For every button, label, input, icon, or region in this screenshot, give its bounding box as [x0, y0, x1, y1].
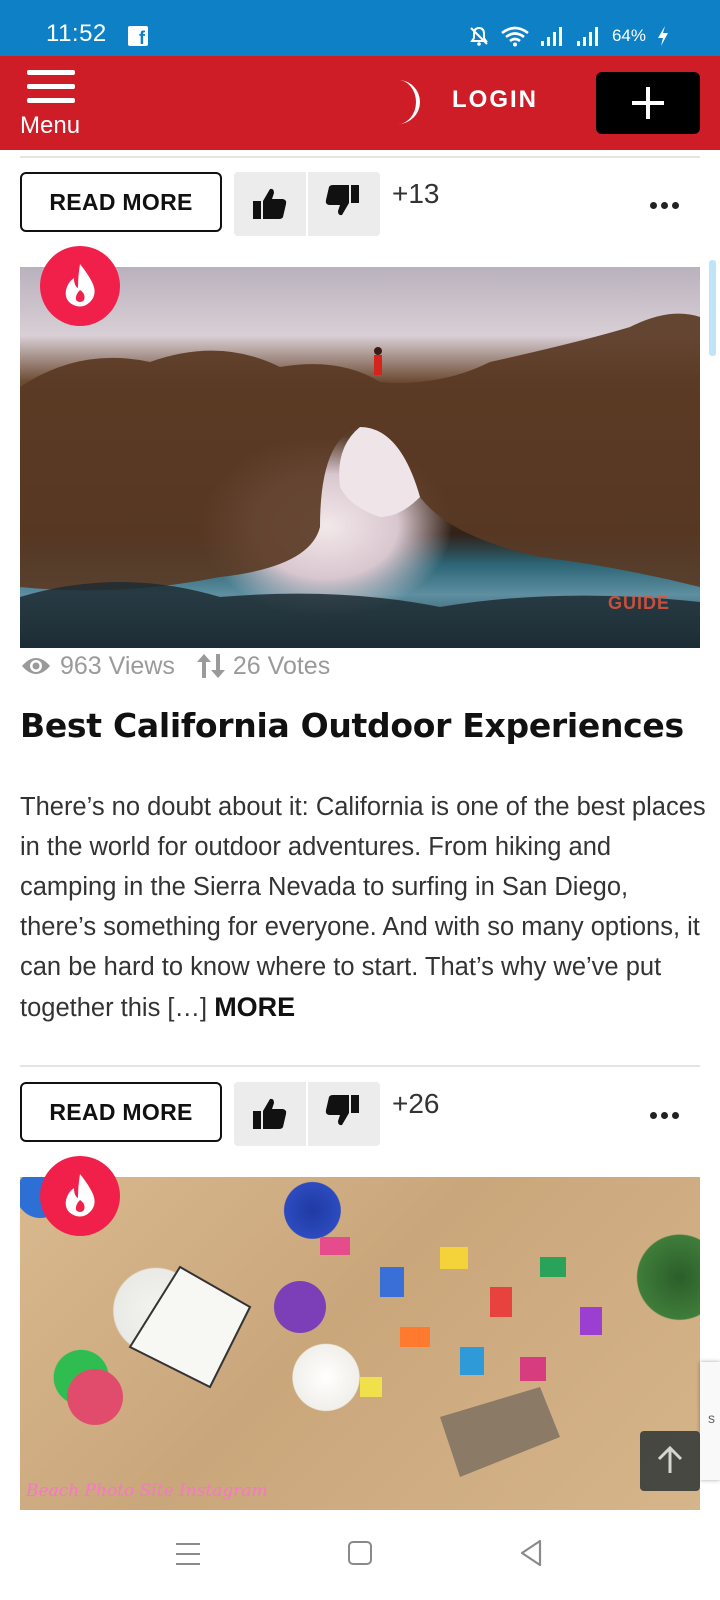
vote-group [234, 172, 380, 236]
divider [20, 156, 700, 158]
scrollbar-thumb[interactable] [709, 260, 716, 356]
home-icon[interactable] [348, 1541, 372, 1565]
facebook-icon: f [128, 26, 148, 48]
hamburger-icon [27, 70, 75, 106]
vote-group [234, 1082, 380, 1146]
image-watermark: GUIDE [607, 593, 670, 613]
fire-icon [65, 1174, 95, 1217]
post-title[interactable]: Best California Outdoor Experiences [20, 706, 700, 745]
recaptcha-text: s [708, 1410, 715, 1426]
post-actions: READ MORE +26 [20, 1082, 700, 1146]
login-button[interactable]: LOGIN [452, 86, 538, 114]
thumbs-down-icon[interactable] [324, 182, 360, 218]
site-header: Menu LOGIN [0, 56, 720, 150]
votes-count: 26 Votes [232, 651, 331, 680]
more-link[interactable]: MORE [214, 992, 295, 1022]
eye-icon [22, 658, 50, 674]
signal-icon [540, 27, 562, 46]
recent-apps-icon[interactable] [176, 1543, 200, 1565]
image-watermark: Beach Photo Site Instagram [26, 1481, 268, 1501]
status-icons: 64% [468, 22, 670, 50]
moon-icon[interactable] [384, 78, 426, 126]
system-nav-bar [0, 1510, 720, 1600]
wifi-icon [501, 26, 529, 47]
hot-badge [40, 246, 120, 326]
back-to-top-button[interactable] [640, 1431, 700, 1491]
votes-arrows-icon [196, 654, 225, 678]
post-excerpt: There’s no doubt about it: California is… [20, 787, 706, 1028]
thumbs-up-icon[interactable] [252, 1096, 288, 1132]
more-options-icon[interactable] [650, 196, 684, 209]
add-post-button[interactable] [596, 72, 700, 134]
beach-crowd-image [67, 1237, 602, 1477]
hot-badge [40, 1156, 120, 1236]
read-more-button[interactable]: READ MORE [20, 1082, 222, 1142]
arrow-up-icon [657, 1445, 683, 1473]
status-time: 11:52 [46, 20, 107, 47]
rock-arch-image [20, 313, 700, 648]
views-count: 963 Views [60, 651, 175, 680]
post-actions: READ MORE +13 [20, 172, 700, 236]
signal-icon [576, 27, 598, 46]
fire-icon [65, 264, 95, 307]
more-options-icon[interactable] [650, 1106, 684, 1119]
vote-score: +26 [392, 1088, 440, 1119]
thumbs-up-icon[interactable] [252, 186, 288, 222]
excerpt-text: There’s no doubt about it: California is… [20, 793, 706, 1022]
post-image[interactable]: Beach Photo Site Instagram [20, 1177, 700, 1511]
menu-label: Menu [20, 112, 81, 139]
charging-icon [658, 26, 668, 46]
status-bar: 11:52 f 64% [0, 0, 720, 56]
vote-score: +13 [392, 178, 440, 209]
post-image[interactable]: GUIDE [20, 267, 700, 648]
read-more-button[interactable]: READ MORE [20, 172, 222, 232]
mute-icon [470, 26, 488, 46]
recaptcha-badge[interactable]: s [700, 1362, 720, 1480]
thumbs-down-icon[interactable] [324, 1092, 360, 1128]
battery-percent: 64% [611, 26, 646, 45]
post-meta: 963 Views 26 Votes [20, 648, 330, 684]
divider [20, 1065, 700, 1067]
back-icon[interactable] [518, 1538, 544, 1568]
menu-button[interactable]: Menu [20, 70, 86, 140]
